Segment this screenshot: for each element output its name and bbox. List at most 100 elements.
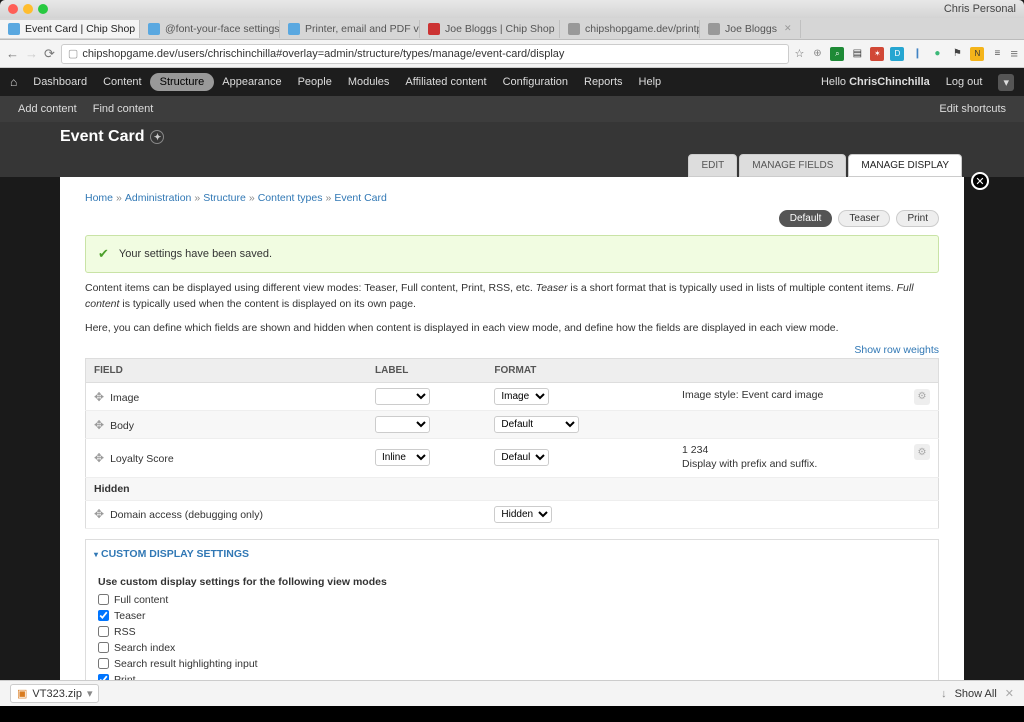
bookmark-star-icon[interactable]: ☆ [795,47,805,60]
breadcrumb-link[interactable]: Administration [125,192,192,204]
breadcrumb-link[interactable]: Structure [203,192,246,204]
view-mode-checkbox-row[interactable]: Full content [98,594,926,606]
check-icon: ✔ [98,246,109,262]
checkbox-input[interactable] [98,610,109,621]
format-select[interactable]: Default [494,449,549,466]
view-mode-pill[interactable]: Teaser [838,210,890,227]
gear-icon[interactable]: ⚙ [914,444,930,460]
page-title: Event Card ✦ [60,128,164,146]
add-star-icon[interactable]: ✦ [150,130,164,144]
browser-tab[interactable]: Printer, email and PDF ver✕ [280,20,420,38]
browser-tab-strip: Event Card | Chip Shop✕@font-your-face s… [0,18,1024,40]
gear-icon[interactable]: ⚙ [914,389,930,405]
logout-link[interactable]: Log out [938,71,991,93]
checkbox-input[interactable] [98,594,109,605]
ext-icon[interactable]: ⌕ [830,47,844,61]
ext-icon[interactable]: D [890,47,904,61]
window-minimize-button[interactable] [23,4,33,14]
label-select[interactable]: Inline [375,449,430,466]
chevron-down-icon: ▾ [87,687,93,700]
ext-icon[interactable]: ● [930,47,944,61]
home-icon[interactable]: ⌂ [10,75,25,89]
window-close-button[interactable] [8,4,18,14]
download-filename: VT323.zip [32,688,82,700]
view-mode-checkbox-row[interactable]: Search index [98,642,926,654]
admin-menu-item[interactable]: Affiliated content [397,71,494,93]
format-select[interactable]: Image [494,388,549,405]
formatter-summary: 1 234 Display with prefix and suffix. [682,444,817,471]
local-tab[interactable]: MANAGE DISPLAY [848,154,962,177]
ext-icon[interactable]: ≡ [990,47,1004,61]
drag-handle-icon[interactable]: ✥ [94,418,104,432]
drag-handle-icon[interactable]: ✥ [94,507,104,521]
favicon [8,23,20,35]
view-mode-pill[interactable]: Print [896,210,939,227]
browser-tab[interactable]: Joe Bloggs✕ [700,20,801,38]
label-select[interactable] [375,388,430,405]
close-downloads-bar-icon[interactable]: ✕ [1005,687,1014,700]
window-zoom-button[interactable] [38,4,48,14]
view-mode-checkbox-row[interactable]: Teaser [98,610,926,622]
nav-back-button[interactable]: ← [6,46,19,61]
field-row: ✥Loyalty ScoreInlineDefault1 234 Display… [86,439,939,477]
zip-file-icon: ▣ [17,687,27,700]
shortcut-link[interactable]: Add content [10,99,85,119]
breadcrumb-link[interactable]: Content types [258,192,323,204]
ext-icon[interactable]: ⊕ [810,47,824,61]
admin-menu-item[interactable]: Modules [340,71,398,93]
browser-tab[interactable]: chipshopgame.dev/printp✕ [560,20,700,38]
ext-icon[interactable]: N [970,47,984,61]
format-select[interactable]: Default [494,416,579,433]
window-titlebar: Chris Personal [0,0,1024,18]
show-all-downloads-link[interactable]: Show All [955,688,997,700]
local-tab[interactable]: MANAGE FIELDS [739,154,846,177]
admin-menu-item[interactable]: Configuration [495,71,576,93]
view-mode-checkbox-row[interactable]: Search result highlighting input [98,658,926,670]
tab-label: Printer, email and PDF ver [305,23,420,35]
admin-menu-item[interactable]: Content [95,71,150,93]
admin-menu-item[interactable]: People [290,71,340,93]
checkbox-input[interactable] [98,658,109,669]
show-row-weights-link[interactable]: Show row weights [85,344,939,356]
drag-handle-icon[interactable]: ✥ [94,390,104,404]
local-tab[interactable]: EDIT [688,154,737,177]
ext-icon[interactable]: ✶ [870,47,884,61]
admin-menu-item[interactable]: Reports [576,71,631,93]
nav-reload-button[interactable]: ⟳ [44,46,55,62]
browser-tab[interactable]: Event Card | Chip Shop✕ [0,20,140,38]
tab-close-icon[interactable]: ✕ [784,23,792,34]
admin-menu-item[interactable]: Structure [150,73,215,91]
ext-icon[interactable]: ❙ [910,47,924,61]
label-select[interactable] [375,416,430,433]
admin-menu-item[interactable]: Help [631,71,670,93]
checkbox-label: Search index [114,642,175,654]
shortcut-link[interactable]: Find content [85,99,162,119]
view-mode-checkbox-row[interactable]: RSS [98,626,926,638]
fieldset-toggle[interactable]: ▾CUSTOM DISPLAY SETTINGS [86,540,938,568]
download-item[interactable]: ▣ VT323.zip ▾ [10,684,99,703]
th-field: FIELD [86,359,367,383]
drag-handle-icon[interactable]: ✥ [94,451,104,465]
edit-shortcuts-link[interactable]: Edit shortcuts [931,99,1014,119]
admin-menu-item[interactable]: Dashboard [25,71,95,93]
field-row: ✥Domain access (debugging only)Hidden [86,500,939,528]
checkbox-input[interactable] [98,642,109,653]
ext-icon[interactable]: ▤ [850,47,864,61]
breadcrumb-link[interactable]: Event Card [334,192,387,204]
address-bar[interactable]: ▢ chipshopgame.dev/users/chrischinchilla… [61,44,789,64]
view-mode-pill[interactable]: Default [779,210,833,227]
format-select[interactable]: Hidden [494,506,552,523]
admin-dropdown-icon[interactable]: ▾ [998,74,1014,91]
browser-menu-button[interactable]: ≡ [1010,46,1018,61]
checkbox-input[interactable] [98,626,109,637]
breadcrumb-link[interactable]: Home [85,192,113,204]
drupal-shortcut-bar: Add contentFind content Edit shortcuts [0,96,1024,122]
overlay-close-button[interactable]: ✕ [971,172,989,190]
ext-icon[interactable]: ⚑ [950,47,964,61]
browser-tab[interactable]: @font-your-face settings✕ [140,20,280,38]
th-label: LABEL [367,359,486,383]
breadcrumb: Home»Administration»Structure»Content ty… [85,192,939,204]
admin-menu-item[interactable]: Appearance [214,71,289,93]
nav-forward-button[interactable]: → [25,46,38,61]
browser-tab[interactable]: Joe Bloggs | Chip Shop✕ [420,20,560,38]
